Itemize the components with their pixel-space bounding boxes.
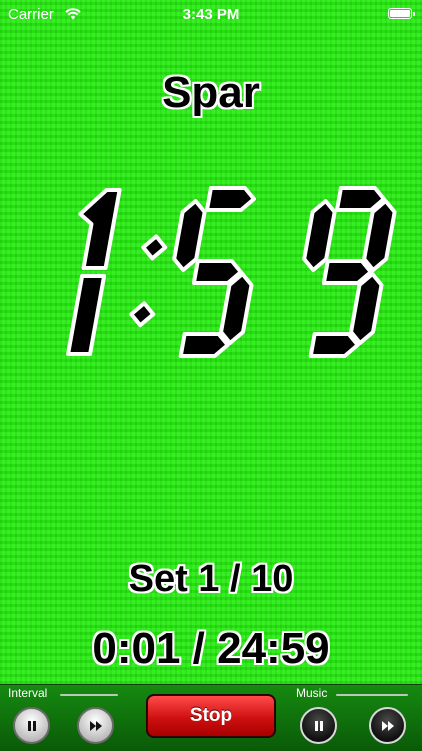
set-counter: Set 1 / 10	[128, 558, 294, 600]
interval-divider	[60, 694, 118, 696]
fast-forward-icon	[381, 720, 394, 731]
fast-forward-icon	[89, 720, 102, 731]
clock-colon-dot	[141, 234, 168, 261]
clock-segment	[205, 186, 256, 212]
pause-icon	[314, 720, 323, 731]
clock-segment	[308, 332, 360, 358]
clock-segment	[78, 188, 122, 270]
clock-colon	[129, 234, 168, 328]
music-pause-button[interactable]	[300, 707, 337, 744]
clock-digits	[66, 186, 397, 358]
battery-icon	[388, 8, 415, 19]
interval-pause-button[interactable]	[13, 707, 50, 744]
clock-digit	[172, 186, 256, 358]
clock-segment	[66, 274, 107, 356]
elapsed-time: 0:01 / 24:59	[92, 624, 330, 673]
clock-digit	[302, 186, 397, 358]
status-time: 3:43 PM	[182, 6, 240, 23]
clock-segment	[321, 259, 373, 285]
phase-title: Spar	[162, 68, 260, 117]
stop-button[interactable]: Stop	[146, 694, 276, 738]
music-next-button[interactable]	[369, 707, 406, 744]
clock-colon-dot	[129, 301, 156, 328]
status-bar: Carrier 3:43 PM	[0, 0, 422, 30]
clock-digit	[66, 188, 122, 356]
interval-next-button[interactable]	[77, 707, 114, 744]
music-label: Music	[296, 686, 328, 700]
pause-icon	[27, 720, 36, 731]
countdown-clock	[66, 186, 397, 358]
interval-label: Interval	[8, 686, 48, 700]
clock-segment	[178, 332, 230, 358]
music-divider	[336, 694, 408, 696]
